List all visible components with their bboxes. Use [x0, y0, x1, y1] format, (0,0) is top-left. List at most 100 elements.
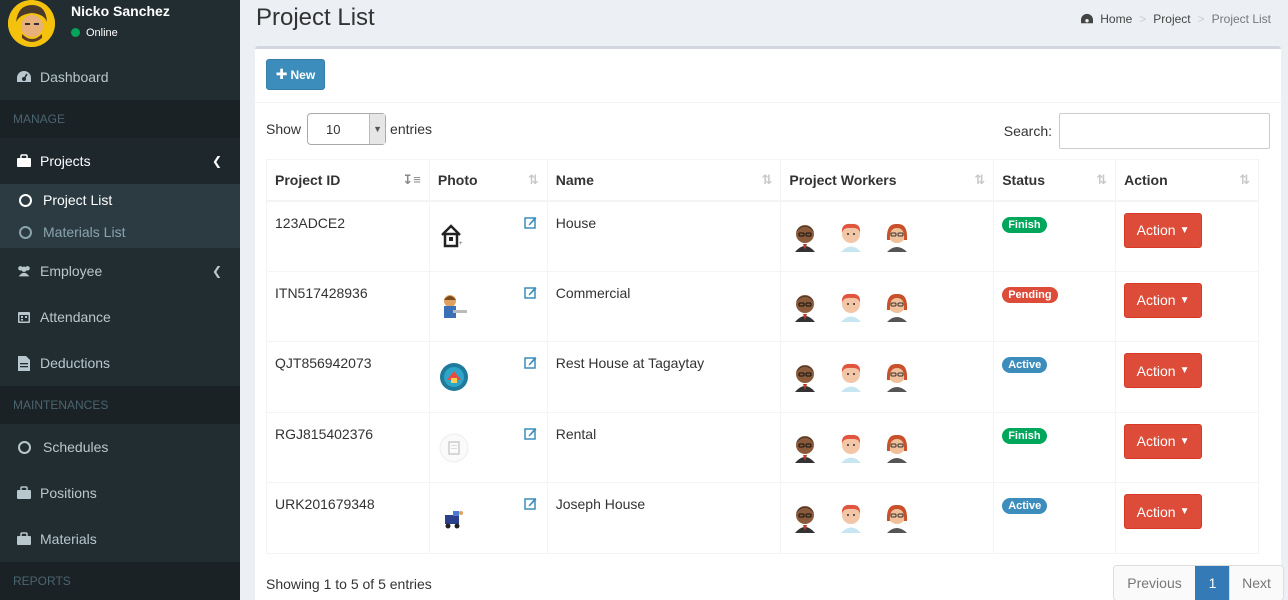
table-info: Showing 1 to 5 of 5 entries — [266, 576, 432, 592]
project-name: Joseph House — [555, 496, 646, 512]
breadcrumb-separator: > — [1197, 12, 1205, 26]
new-button[interactable]: ✚ New — [266, 59, 325, 90]
cell-photo — [428, 341, 548, 413]
sidebar-item-label: Deductions — [40, 355, 111, 371]
caret-down-icon: ▼ — [1179, 435, 1190, 447]
projects-submenu: Project List Materials List — [0, 184, 240, 248]
edit-icon[interactable] — [523, 427, 537, 443]
sidebar-item-label: Materials — [40, 531, 97, 547]
caret-down-icon: ▼ — [1179, 365, 1190, 376]
sidebar: Nicko Sanchez Online Dashboard MANAGE Pr… — [0, 0, 240, 600]
circle-icon — [19, 193, 32, 207]
search-control: Search: — [1004, 113, 1270, 149]
table-header-row: Project ID ↧≡ Photo ⇅ Name ⇅ Project Worker… — [266, 159, 1259, 202]
column-header-label: Photo — [437, 171, 478, 188]
sidebar-item-schedules[interactable]: Schedules — [0, 424, 240, 470]
sidebar-item-attendance[interactable]: Attendance — [0, 294, 240, 340]
column-header-name[interactable]: Name ⇅ — [546, 159, 782, 202]
user-status-label: Online — [86, 27, 118, 39]
table-row: URK201679348 Joseph House Active Action ▼ — [266, 482, 1259, 554]
project-id: 123ADCE2 — [275, 214, 346, 231]
cell-name: Rest House at Tagaytay — [546, 341, 782, 413]
sidebar-item-materials-list[interactable]: Materials List — [0, 216, 240, 248]
sidebar-item-label: Materials List — [43, 224, 126, 240]
nav-header-manage: MANAGE — [0, 100, 240, 138]
sidebar-item-label: Attendance — [40, 309, 111, 325]
action-button-label: Action — [1136, 222, 1176, 238]
cell-status: Finish — [993, 411, 1117, 483]
sidebar-item-project-list[interactable]: Project List — [0, 184, 240, 216]
column-header-action[interactable]: Action ⇅ — [1115, 159, 1259, 202]
sort-icon: ⇅ — [1239, 172, 1250, 187]
worker-avatar — [881, 501, 913, 536]
sidebar-item-positions[interactable]: Positions — [0, 470, 240, 516]
cell-project-id: RGJ815402376 — [266, 411, 430, 483]
table-row: 123ADCE2 + House Finish Action ▼ — [266, 200, 1259, 272]
edit-icon[interactable] — [523, 216, 537, 232]
column-header-photo[interactable]: Photo ⇅ — [428, 159, 548, 202]
circle-icon — [18, 440, 31, 454]
user-status: Online — [71, 27, 118, 39]
column-header-status[interactable]: Status ⇅ — [993, 159, 1117, 202]
action-dropdown-button[interactable]: Action ▼ — [1124, 353, 1203, 388]
edit-icon[interactable] — [523, 497, 537, 513]
cell-status: Active — [993, 482, 1117, 554]
project-list-box: ✚ New Show 10 ▼ entries Search: Project … — [255, 46, 1284, 600]
sidebar-item-projects[interactable]: Projects ❮ — [0, 138, 240, 184]
worker-avatar — [789, 290, 821, 325]
project-id: URK201679348 — [275, 496, 375, 512]
sidebar-item-label: Projects — [40, 153, 91, 169]
show-label: Show — [266, 121, 302, 137]
cell-workers — [780, 200, 995, 272]
column-header-project-workers[interactable]: Project Workers ⇅ — [780, 159, 995, 202]
table-row: QJT856942073 Rest House at Tagaytay Active… — [266, 341, 1259, 413]
worker-avatar — [835, 220, 867, 255]
page-1-button[interactable]: 1 — [1195, 566, 1229, 600]
cell-photo — [428, 411, 548, 483]
action-dropdown-button[interactable]: Action ▼ — [1124, 423, 1203, 459]
entries-label: entries — [390, 121, 433, 137]
edit-icon[interactable] — [523, 356, 537, 372]
previous-page-button[interactable]: Previous — [1114, 566, 1195, 600]
action-dropdown-button[interactable]: Action ▼ — [1124, 282, 1203, 318]
cell-action: Action ▼ — [1115, 200, 1259, 272]
column-header-label: Action — [1124, 171, 1168, 188]
worker-avatar — [881, 220, 913, 255]
column-header-project-id[interactable]: Project ID ↧≡ — [266, 159, 430, 202]
search-input[interactable] — [1059, 113, 1270, 149]
cell-workers — [780, 341, 995, 413]
worker-avatar — [789, 360, 821, 395]
next-page-button[interactable]: Next — [1229, 566, 1283, 600]
breadcrumb-project[interactable]: Project — [1153, 12, 1190, 26]
cell-project-id: ITN517428936 — [266, 270, 430, 342]
worker-avatar — [789, 431, 821, 466]
sidebar-item-materials[interactable]: Materials — [0, 516, 240, 562]
table-row: RGJ815402376 Rental Finish Action ▼ — [266, 411, 1259, 483]
sidebar-item-employee[interactable]: Employee ❮ — [0, 248, 240, 294]
circle-icon — [19, 225, 32, 239]
sidebar-item-deductions[interactable]: Deductions — [0, 340, 240, 386]
edit-icon[interactable] — [523, 286, 537, 302]
user-panel: Nicko Sanchez Online — [0, 0, 240, 50]
cell-status: Active — [993, 341, 1117, 413]
action-dropdown-button[interactable]: Action ▼ — [1124, 212, 1203, 248]
caret-down-icon: ▼ — [1179, 224, 1190, 236]
dashboard-icon — [1080, 13, 1094, 25]
sidebar-item-label: Positions — [40, 485, 97, 501]
projects-table: Project ID ↧≡ Photo ⇅ Name ⇅ Project Worker… — [266, 159, 1259, 554]
cell-workers — [780, 411, 995, 483]
action-dropdown-button[interactable]: Action ▼ — [1124, 494, 1203, 529]
cell-name: Rental — [546, 411, 782, 483]
project-id: QJT856942073 — [275, 355, 372, 371]
sidebar-item-dashboard[interactable]: Dashboard — [0, 54, 240, 100]
nav-header-maintenances: MAINTENANCES — [0, 386, 240, 424]
column-header-label: Project Workers — [789, 171, 897, 188]
avatar — [8, 0, 55, 47]
caret-down-icon: ▼ — [1179, 506, 1190, 517]
cell-action: Action ▼ — [1115, 341, 1259, 413]
entries-select[interactable]: 10 ▼ — [307, 113, 387, 145]
breadcrumb-home[interactable]: Home — [1100, 12, 1132, 26]
worker-avatar — [789, 501, 821, 536]
cell-photo — [428, 482, 548, 554]
worker-avatar — [881, 360, 913, 395]
